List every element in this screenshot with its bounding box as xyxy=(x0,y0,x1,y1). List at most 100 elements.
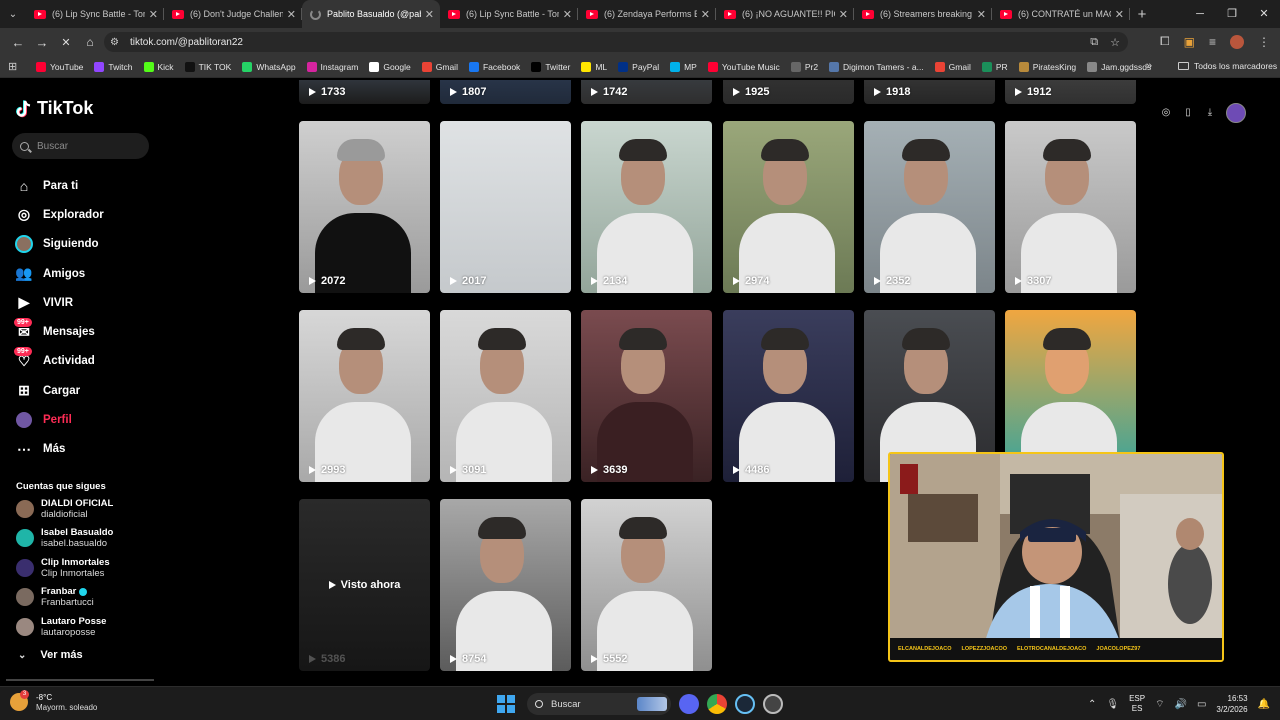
bookmark-item[interactable]: TIK TOK xyxy=(184,61,231,72)
notifications-icon[interactable]: 🔔 xyxy=(1258,699,1270,710)
browser-tab[interactable]: (6) Lip Sync Battle - Tom H ✕ xyxy=(26,0,164,28)
back-icon[interactable]: ← xyxy=(6,35,30,50)
bookmark-item[interactable]: Twitch xyxy=(94,61,133,72)
video-card[interactable]: 5552 xyxy=(581,499,712,671)
translate-icon[interactable]: ▣ xyxy=(1184,35,1195,49)
browser-tab[interactable]: (6) CONTRATÉ un MAGO ✕ xyxy=(992,0,1130,28)
media-controls-icon[interactable]: ≡ xyxy=(1209,35,1216,49)
profile-avatar-icon[interactable] xyxy=(1230,34,1244,49)
bookmark-item[interactable]: Kick xyxy=(143,61,174,72)
chevron-up-icon[interactable]: ⌃ xyxy=(1088,699,1096,710)
apps-grid-icon[interactable]: ⊞ xyxy=(8,60,36,73)
video-card[interactable]: 2072 xyxy=(299,121,430,293)
browser-tab[interactable]: (6) Don't Judge Challenge ✕ xyxy=(164,0,302,28)
video-card[interactable]: 8754 xyxy=(440,499,571,671)
video-card[interactable]: 2352 xyxy=(864,121,995,293)
weather-widget[interactable]: 3 -8°C Mayorm. soleado xyxy=(10,690,97,712)
browser-tab[interactable]: (6) Streamers breaking th ✕ xyxy=(854,0,992,28)
tab-close-icon[interactable]: ✕ xyxy=(839,8,848,21)
video-card[interactable]: Visto ahora 5386 xyxy=(299,499,430,671)
video-card[interactable]: 1925 xyxy=(723,80,854,104)
bookmark-item[interactable]: YouTube xyxy=(36,61,83,72)
sidebar-item-vivir[interactable]: ▶ VIVIR xyxy=(14,288,104,317)
tiktok-search[interactable] xyxy=(12,133,149,159)
extensions-icon[interactable]: ⧠ xyxy=(1160,34,1170,49)
bookmark-item[interactable]: PiratesKing xyxy=(1018,61,1076,72)
bookmark-item[interactable]: Gmail xyxy=(934,61,971,72)
sidebar-item-siguiendo[interactable]: Siguiendo xyxy=(14,230,104,259)
more-bookmarks-icon[interactable]: » xyxy=(1146,60,1152,72)
battery-icon[interactable]: ▭ xyxy=(1197,699,1206,710)
tab-close-icon[interactable]: ✕ xyxy=(149,8,158,21)
chrome-icon[interactable] xyxy=(707,694,727,714)
taskbar-search[interactable]: Buscar xyxy=(527,693,671,715)
bookmark-item[interactable]: Gmail xyxy=(421,61,458,72)
restore-icon[interactable]: ❐ xyxy=(1216,0,1248,28)
video-card[interactable]: 1912 xyxy=(1005,80,1136,104)
video-card[interactable]: 4486 xyxy=(723,310,854,482)
tiktok-logo[interactable]: TikTok xyxy=(16,98,93,119)
video-card[interactable]: 2993 xyxy=(299,310,430,482)
volume-icon[interactable]: 🔊 xyxy=(1175,699,1187,710)
reload-icon[interactable]: ✕ xyxy=(54,36,78,49)
video-card[interactable]: 1742 xyxy=(581,80,712,104)
video-card[interactable]: 3307 xyxy=(1005,121,1136,293)
video-card[interactable]: 3091 xyxy=(440,310,571,482)
download-icon[interactable]: ⤓ xyxy=(1204,107,1216,119)
bookmark-item[interactable]: Jam.ggdssds xyxy=(1087,61,1151,72)
video-card[interactable]: 3639 xyxy=(581,310,712,482)
address-bar[interactable]: ⚙ tiktok.com/@pablitoran22 ⧉ ☆ xyxy=(104,32,1128,52)
tab-search-button[interactable]: ⌄ xyxy=(0,0,26,28)
search-input[interactable] xyxy=(37,140,137,152)
sidebar-item-más[interactable]: ⋯ Más xyxy=(14,435,104,464)
minimize-icon[interactable]: ─ xyxy=(1184,0,1216,28)
video-card[interactable]: 2974 xyxy=(723,121,854,293)
tab-close-icon[interactable]: ✕ xyxy=(1115,8,1124,21)
video-card[interactable]: 1918 xyxy=(864,80,995,104)
language-indicator[interactable]: ESP ES xyxy=(1129,694,1145,714)
discord-icon[interactable] xyxy=(679,694,699,714)
bookmark-item[interactable]: Instagram xyxy=(306,61,358,72)
sidebar-item-amigos[interactable]: 👥 Amigos xyxy=(14,259,104,288)
sidebar-item-cargar[interactable]: ⊞ Cargar xyxy=(14,376,104,405)
tab-close-icon[interactable]: ✕ xyxy=(425,8,434,21)
wifi-icon[interactable]: ⌔ xyxy=(1155,698,1164,711)
sidebar-item-mensajes[interactable]: ✉ 99+ Mensajes xyxy=(14,317,104,346)
device-icon[interactable]: ▯ xyxy=(1182,107,1194,119)
microphone-icon[interactable]: 🎙 xyxy=(1106,699,1119,710)
user-avatar[interactable] xyxy=(1226,103,1246,123)
followed-account[interactable]: Clip Inmortales Clip Inmortales xyxy=(16,557,110,579)
followed-account[interactable]: Franbar Franbartucci xyxy=(16,586,94,608)
sidebar-item-perfil[interactable]: Perfil xyxy=(14,405,104,434)
followed-account[interactable]: Isabel Basualdo isabel.basualdo xyxy=(16,527,113,549)
video-card[interactable]: 2134 xyxy=(581,121,712,293)
windows-start-icon[interactable] xyxy=(497,695,515,713)
site-info-icon[interactable]: ⚙ xyxy=(110,37,124,48)
bookmark-item[interactable]: ML xyxy=(581,61,607,72)
browser-tab[interactable]: Pablito Basualdo (@pablito ✕ xyxy=(302,0,440,28)
browser-tab[interactable]: (6) Zendaya Performs Bru ✕ xyxy=(578,0,716,28)
coins-icon[interactable]: ◎ xyxy=(1160,107,1172,119)
sidebar-item-actividad[interactable]: ♡ 99+ Actividad xyxy=(14,347,104,376)
sidebar-item-para-ti[interactable]: ⌂ Para ti xyxy=(14,171,104,200)
clock[interactable]: 16:53 3/2/2026 xyxy=(1216,693,1247,715)
bookmark-item[interactable]: PR xyxy=(981,61,1008,72)
browser-tab[interactable]: (6) Lip Sync Battle - Tom H ✕ xyxy=(440,0,578,28)
tab-close-icon[interactable]: ✕ xyxy=(701,8,710,21)
steam-icon[interactable] xyxy=(735,694,755,714)
followed-account[interactable]: Lautaro Posse lautaroposse xyxy=(16,616,106,638)
forward-icon[interactable]: → xyxy=(30,35,54,50)
bookmark-item[interactable]: Digimon Tamers - a... xyxy=(829,61,924,72)
video-card[interactable]: 1807 xyxy=(440,80,571,104)
video-card[interactable]: 1733 xyxy=(299,80,430,104)
tab-close-icon[interactable]: ✕ xyxy=(977,8,986,21)
tab-close-icon[interactable]: ✕ xyxy=(287,8,296,21)
bookmark-item[interactable]: YouTube Music xyxy=(707,61,780,72)
bookmark-item[interactable]: PayPal xyxy=(618,61,659,72)
bookmark-star-icon[interactable]: ☆ xyxy=(1110,36,1120,49)
install-app-icon[interactable]: ⧉ xyxy=(1090,36,1098,49)
chrome-menu-icon[interactable]: ⋮ xyxy=(1258,35,1270,49)
video-card[interactable]: 2017 xyxy=(440,121,571,293)
close-window-icon[interactable]: ✕ xyxy=(1248,0,1280,28)
new-tab-button[interactable]: + xyxy=(1130,6,1154,23)
